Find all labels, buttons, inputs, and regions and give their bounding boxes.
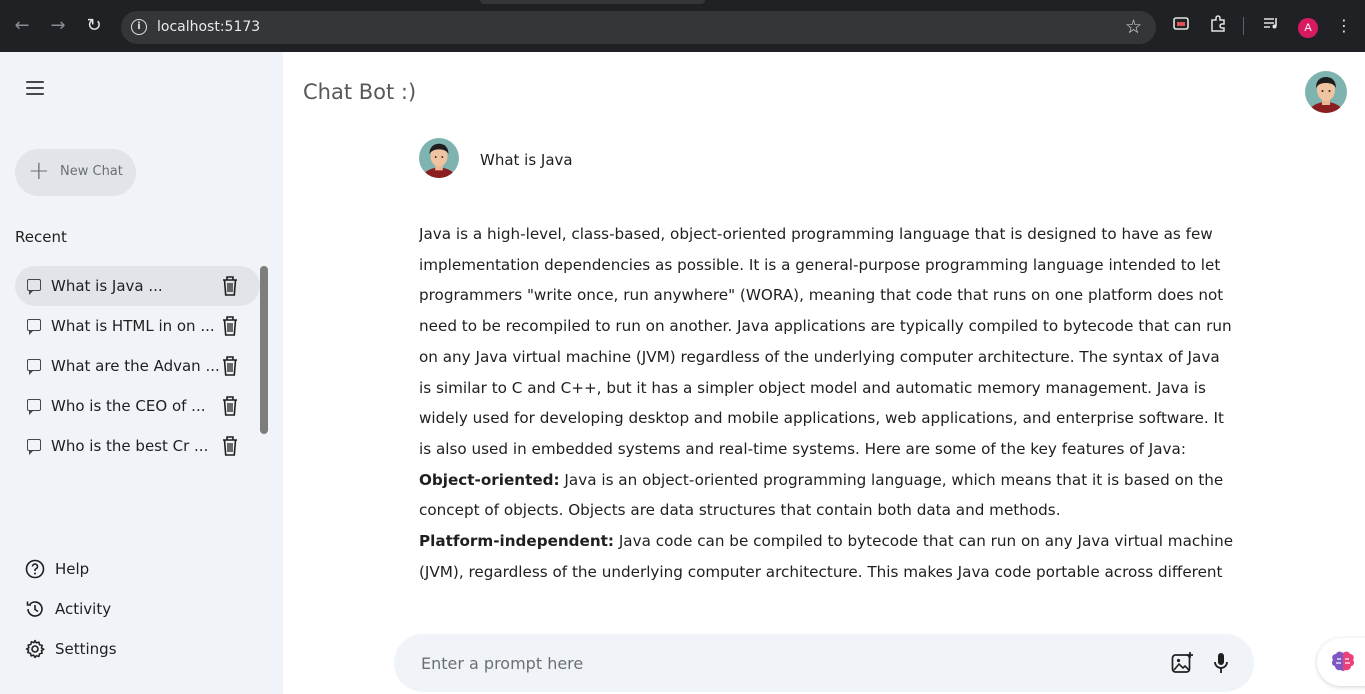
feature-title: Platform-independent: — [419, 532, 614, 551]
message-icon — [27, 359, 41, 375]
user-avatar[interactable] — [1305, 71, 1347, 113]
address-bar[interactable]: i localhost:5173 ☆ — [121, 11, 1156, 44]
trash-icon[interactable] — [221, 395, 239, 417]
sidebar-item-label: Help — [55, 560, 90, 578]
browser-toolbar: ← → ↻ i localhost:5173 ☆ A ⋮ — [0, 0, 1365, 52]
prompt-bar — [394, 634, 1254, 692]
new-chat-button[interactable]: + New Chat — [15, 149, 136, 196]
address-url[interactable]: localhost:5173 — [157, 19, 260, 35]
message-icon — [27, 399, 41, 415]
recent-item-label: What is Java ... — [51, 277, 163, 295]
sidebar-item-label: Activity — [55, 600, 112, 618]
active-tab-edge — [480, 0, 705, 4]
media-control-icon[interactable] — [1259, 14, 1283, 38]
sidebar-item-help[interactable]: Help — [25, 552, 225, 592]
recent-item[interactable]: What is HTML in on ... — [15, 306, 260, 346]
microphone-icon[interactable] — [1211, 651, 1231, 675]
sidebar-item-label: Settings — [55, 640, 117, 658]
chat-main: Chat Bot :) What is Java Java is a high-… — [283, 52, 1365, 694]
recent-item-label: Who is the CEO of ... — [51, 397, 206, 415]
message-icon — [27, 439, 41, 455]
image-upload-icon[interactable] — [1170, 651, 1194, 675]
more-menu-icon[interactable]: ⋮ — [1332, 14, 1356, 38]
trash-icon[interactable] — [221, 315, 239, 337]
recent-item[interactable]: Who is the CEO of ... — [15, 386, 260, 426]
help-icon — [25, 559, 45, 579]
sidebar: + New Chat Recent What is Java ... What … — [0, 52, 283, 694]
recent-scrollbar[interactable] — [260, 266, 268, 434]
recent-item-label: Who is the best Cr ... — [51, 437, 209, 455]
trash-icon[interactable] — [221, 355, 239, 377]
site-info-icon[interactable]: i — [131, 19, 147, 35]
recent-item-label: What is HTML in on ... — [51, 317, 215, 335]
menu-icon[interactable] — [26, 81, 44, 95]
recent-item[interactable]: What is Java ... — [15, 266, 260, 306]
prompt-input[interactable] — [421, 651, 1141, 675]
answer-intro: Java is a high-level, class-based, objec… — [419, 225, 1232, 458]
new-chat-label: New Chat — [60, 164, 123, 179]
recent-item-label: What are the Advan ... — [51, 357, 220, 375]
bot-answer: Java is a high-level, class-based, objec… — [419, 219, 1234, 585]
reload-icon[interactable]: ↻ — [82, 14, 106, 38]
plus-icon: + — [28, 156, 50, 186]
recent-heading: Recent — [15, 228, 67, 246]
page-title: Chat Bot :) — [303, 80, 417, 104]
sidebar-item-activity[interactable]: Activity — [25, 592, 225, 632]
assistant-badge[interactable] — [1317, 638, 1365, 686]
trash-icon[interactable] — [221, 435, 239, 457]
extensions-icon[interactable] — [1206, 14, 1230, 38]
cast-icon[interactable] — [1169, 14, 1193, 38]
forward-icon[interactable]: → — [46, 14, 70, 38]
sidebar-item-settings[interactable]: Settings — [25, 632, 225, 672]
brain-icon — [1331, 651, 1355, 671]
bookmark-star-icon[interactable]: ☆ — [1125, 16, 1142, 38]
recent-item[interactable]: What are the Advan ... — [15, 346, 260, 386]
back-icon[interactable]: ← — [10, 14, 34, 38]
sidebar-bottom-menu: Help Activity Settings — [25, 552, 225, 672]
history-icon — [26, 601, 43, 617]
profile-avatar[interactable]: A — [1298, 18, 1318, 38]
user-question: What is Java — [480, 151, 573, 169]
recent-item[interactable]: Who is the best Cr ... — [15, 426, 260, 466]
message-icon — [27, 319, 41, 335]
feature-title: Object-oriented: — [419, 470, 560, 489]
recent-list: What is Java ... What is HTML in on ... … — [15, 266, 260, 466]
trash-icon[interactable] — [221, 275, 239, 297]
user-avatar — [419, 138, 459, 178]
gear-icon — [25, 639, 45, 659]
toolbar-separator — [1243, 17, 1244, 35]
message-icon — [27, 279, 41, 295]
